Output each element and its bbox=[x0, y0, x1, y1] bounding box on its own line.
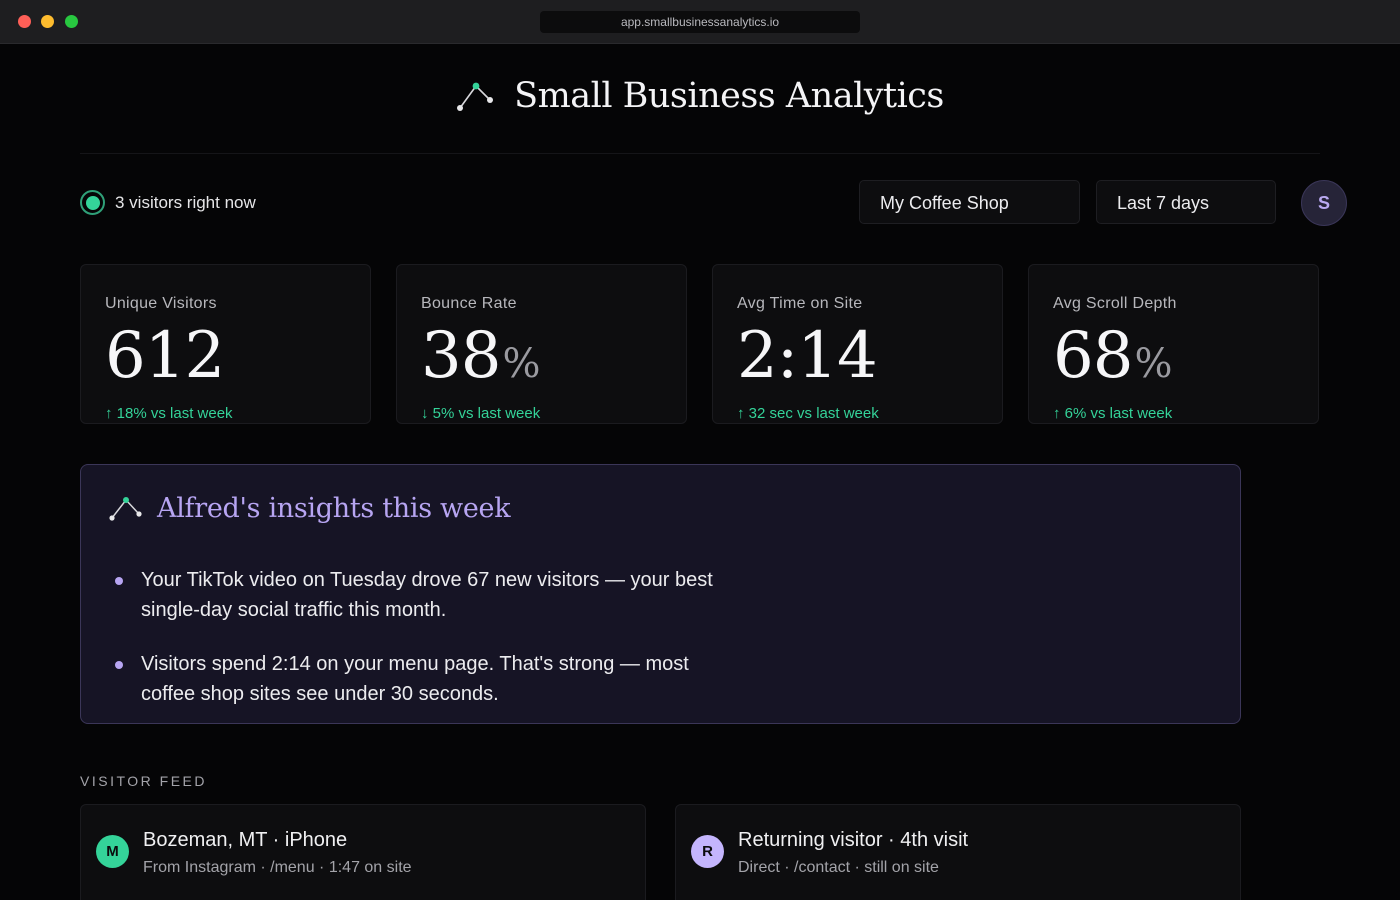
stat-delta: ↓ 5% vs last week bbox=[421, 405, 541, 422]
line-chart-logo-icon bbox=[457, 82, 494, 111]
insight-item: Visitors spend 2:14 on your menu page. T… bbox=[115, 649, 735, 709]
stat-label: Avg Scroll Depth bbox=[1053, 295, 1177, 312]
visitor-subtitle: From Instagram · /menu · 1:47 on site bbox=[143, 859, 412, 876]
insights-title: Alfred's insights this week bbox=[157, 493, 511, 524]
stat-delta: ↑ 18% vs last week bbox=[105, 405, 233, 422]
stat-label: Unique Visitors bbox=[105, 295, 217, 312]
insights-list: Your TikTok video on Tuesday drove 67 ne… bbox=[115, 565, 735, 733]
visitor-title: Returning visitor · 4th visit bbox=[738, 829, 969, 851]
stat-value: 38% bbox=[421, 319, 540, 393]
visitor-feed-heading: VISITOR FEED bbox=[80, 773, 207, 789]
insight-item: Your TikTok video on Tuesday drove 67 ne… bbox=[115, 565, 735, 625]
visitor-avatar: M bbox=[96, 835, 129, 868]
visitor-subtitle: Direct · /contact · still on site bbox=[738, 859, 939, 876]
close-window-button[interactable] bbox=[18, 15, 31, 28]
app-header: Small Business Analytics bbox=[0, 76, 1400, 116]
browser-chrome: app.smallbusinessanalytics.io bbox=[0, 0, 1400, 44]
line-chart-icon bbox=[109, 496, 142, 521]
live-status-icon bbox=[80, 190, 105, 215]
visitor-feed-item[interactable]: R Returning visitor · 4th visit Direct ·… bbox=[675, 804, 1241, 900]
visitor-feed-item[interactable]: M Bozeman, MT · iPhone From Instagram · … bbox=[80, 804, 646, 900]
live-visitors-text: 3 visitors right now bbox=[115, 192, 256, 212]
maximize-window-button[interactable] bbox=[65, 15, 78, 28]
bullet-icon bbox=[115, 661, 123, 669]
stat-card-scroll-depth: Avg Scroll Depth 68% ↑ 6% vs last week bbox=[1028, 264, 1319, 424]
app-title: Small Business Analytics bbox=[514, 76, 944, 116]
insights-header: Alfred's insights this week bbox=[109, 493, 511, 524]
stat-card-avg-time: Avg Time on Site 2:14 ↑ 32 sec vs last w… bbox=[712, 264, 1003, 424]
stat-label: Avg Time on Site bbox=[737, 295, 863, 312]
visitor-avatar: R bbox=[691, 835, 724, 868]
address-bar[interactable]: app.smallbusinessanalytics.io bbox=[540, 11, 860, 33]
stat-label: Bounce Rate bbox=[421, 295, 517, 312]
insights-panel: Alfred's insights this week Your TikTok … bbox=[80, 464, 1241, 724]
stat-value: 2:14 bbox=[737, 319, 878, 393]
live-visitors-indicator: 3 visitors right now bbox=[80, 190, 256, 215]
stat-value: 612 bbox=[105, 319, 225, 393]
stat-card-unique-visitors: Unique Visitors 612 ↑ 18% vs last week bbox=[80, 264, 371, 424]
stat-card-bounce-rate: Bounce Rate 38% ↓ 5% vs last week bbox=[396, 264, 687, 424]
site-select[interactable]: My Coffee Shop bbox=[859, 180, 1080, 224]
bullet-icon bbox=[115, 577, 123, 585]
minimize-window-button[interactable] bbox=[41, 15, 54, 28]
stat-value: 68% bbox=[1053, 319, 1172, 393]
user-avatar[interactable]: S bbox=[1301, 180, 1347, 226]
header-divider bbox=[80, 153, 1320, 154]
visitor-title: Bozeman, MT · iPhone bbox=[143, 829, 348, 851]
stat-delta: ↑ 32 sec vs last week bbox=[737, 405, 879, 422]
stat-delta: ↑ 6% vs last week bbox=[1053, 405, 1173, 422]
date-range-select[interactable]: Last 7 days bbox=[1096, 180, 1276, 224]
